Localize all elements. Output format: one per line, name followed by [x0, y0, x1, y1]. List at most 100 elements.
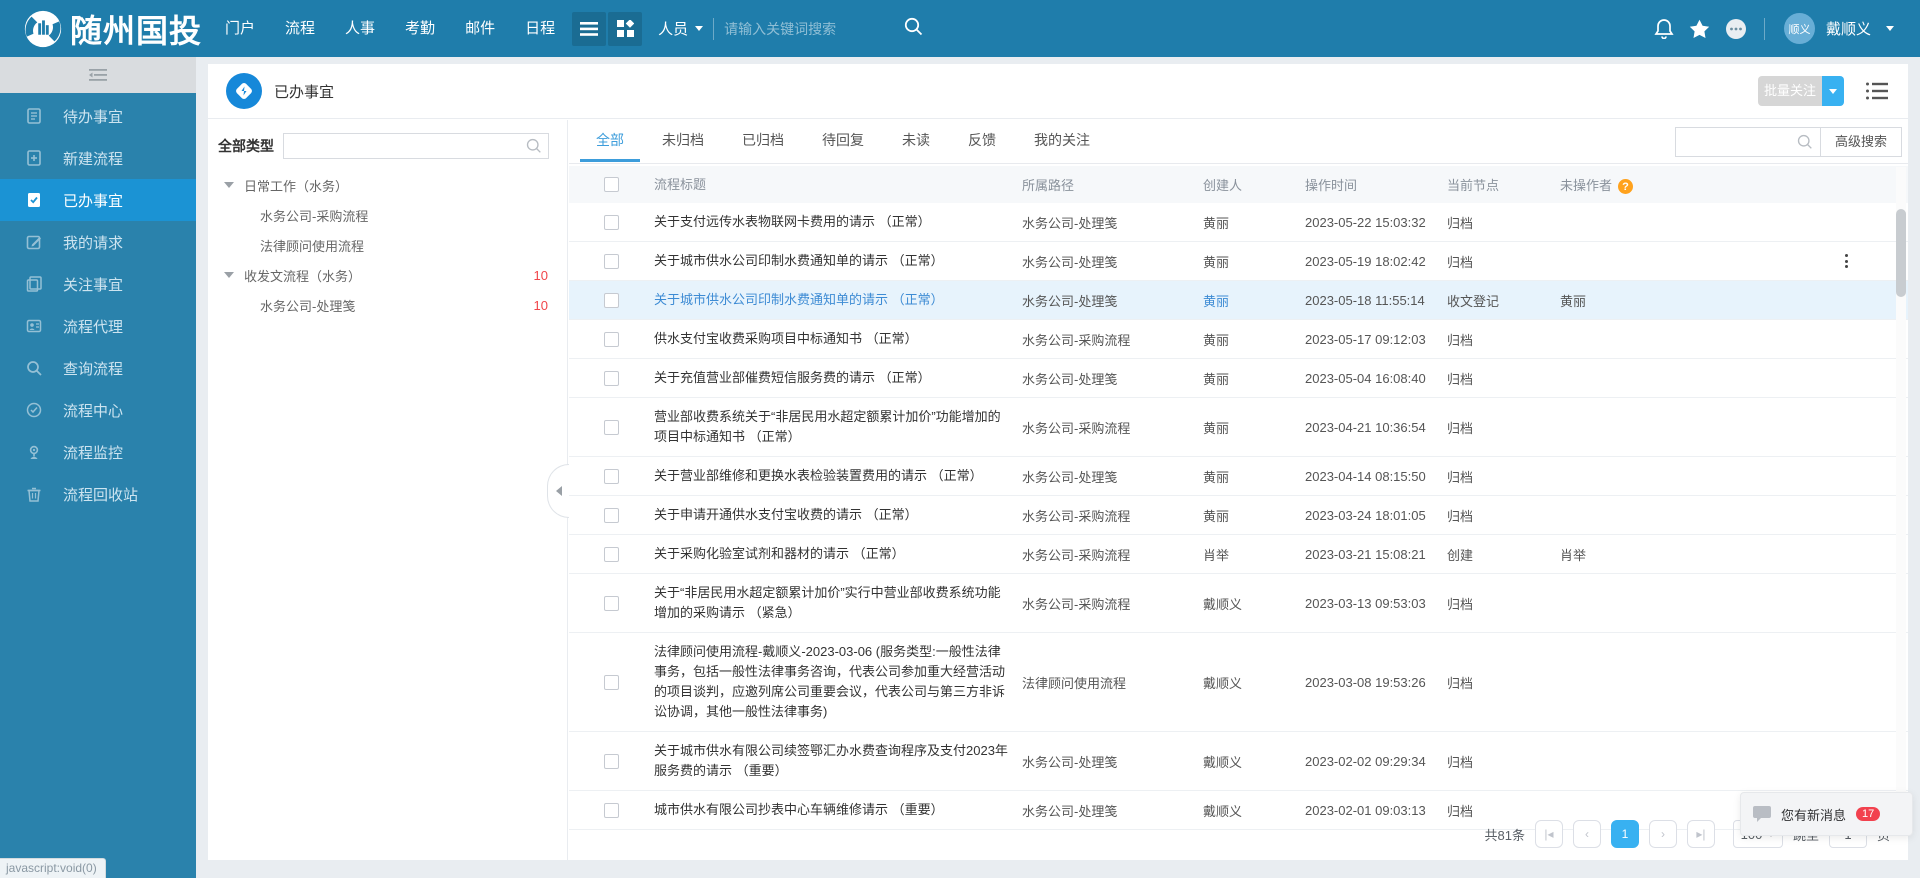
tab-1[interactable]: 未归档 — [650, 120, 716, 163]
row-creator[interactable]: 黄丽 — [1203, 418, 1305, 437]
row-title[interactable]: 关于“非居民用水超定额累计加价”实行中营业部收费系统功能增加的采购请示 （紧急） — [654, 574, 1022, 632]
notification-bell-icon[interactable] — [1654, 18, 1674, 39]
user-avatar[interactable]: 顺义 — [1784, 13, 1815, 44]
user-menu-chevron-icon[interactable] — [1886, 26, 1894, 31]
row-checkbox[interactable] — [604, 371, 619, 386]
row-checkbox[interactable] — [604, 215, 619, 230]
row-title[interactable]: 法律顾问使用流程-戴顺义-2023-03-06 (服务类型:一般性法律事务，包括… — [654, 633, 1022, 731]
prev-page-button[interactable]: ‹ — [1573, 820, 1601, 848]
scrollbar-thumb[interactable] — [1896, 209, 1906, 297]
sidebar-item-2[interactable]: 已办事宜 — [0, 179, 196, 221]
nav-item-4[interactable]: 邮件 — [450, 0, 510, 57]
next-page-button[interactable]: › — [1649, 820, 1677, 848]
row-checkbox[interactable] — [604, 547, 619, 562]
row-title[interactable]: 关于采购化验室试剂和器材的请示 （正常） — [654, 535, 1022, 573]
sidebar-item-0[interactable]: 待办事宜 — [0, 95, 196, 137]
menu-toggle-button[interactable] — [572, 12, 606, 46]
row-title[interactable]: 关于城市供水公司印制水费通知单的请示 （正常） — [654, 242, 1022, 280]
nav-item-2[interactable]: 人事 — [330, 0, 390, 57]
sidebar-item-5[interactable]: 流程代理 — [0, 305, 196, 347]
row-title[interactable]: 关于充值营业部催费短信服务费的请示 （正常） — [654, 359, 1022, 397]
tree-node-1[interactable]: 水务公司-采购流程 — [208, 200, 567, 230]
apps-grid-button[interactable] — [608, 12, 642, 46]
list-view-icon[interactable] — [1866, 82, 1888, 100]
tab-4[interactable]: 未读 — [890, 120, 942, 163]
global-search-button[interactable] — [904, 17, 923, 41]
row-checkbox[interactable] — [604, 254, 619, 269]
row-creator[interactable]: 戴顺义 — [1203, 801, 1305, 820]
row-checkbox[interactable] — [604, 293, 619, 308]
row-creator[interactable]: 黄丽 — [1203, 369, 1305, 388]
row-creator[interactable]: 黄丽 — [1203, 213, 1305, 232]
batch-follow-dropdown[interactable] — [1822, 76, 1844, 106]
tab-0[interactable]: 全部 — [584, 120, 636, 163]
tree-node-3[interactable]: 收发文流程（水务） 10 — [208, 260, 567, 290]
type-search-input[interactable] — [283, 133, 549, 159]
row-checkbox[interactable] — [604, 332, 619, 347]
row-creator[interactable]: 黄丽 — [1203, 467, 1305, 486]
sidebar-item-3[interactable]: 我的请求 — [0, 221, 196, 263]
row-title[interactable]: 关于城市供水公司印制水费通知单的请示 （正常） — [654, 281, 1022, 319]
table-row[interactable]: 关于“非居民用水超定额累计加价”实行中营业部收费系统功能增加的采购请示 （紧急）… — [569, 574, 1908, 633]
row-actions-menu[interactable] — [1845, 254, 1848, 268]
row-title[interactable]: 关于申请开通供水支付宝收费的请示 （正常） — [654, 496, 1022, 534]
table-row[interactable]: 关于营业部维修和更换水表检验装置费用的请示 （正常） 水务公司-处理笺 黄丽 2… — [569, 457, 1908, 496]
tab-2[interactable]: 已归档 — [730, 120, 796, 163]
nav-item-3[interactable]: 考勤 — [390, 0, 450, 57]
tree-node-0[interactable]: 日常工作（水务） — [208, 170, 567, 200]
tab-6[interactable]: 我的关注 — [1022, 120, 1102, 163]
row-checkbox[interactable] — [604, 420, 619, 435]
sidebar-item-9[interactable]: 流程回收站 — [0, 473, 196, 515]
tab-5[interactable]: 反馈 — [956, 120, 1008, 163]
row-creator[interactable]: 黄丽 — [1203, 506, 1305, 525]
tree-expand-caret[interactable] — [224, 272, 234, 278]
current-page-button[interactable]: 1 — [1611, 820, 1639, 848]
row-title[interactable]: 关于城市供水有限公司续签鄂汇办水费查询程序及支付2023年服务费的请示 （重要） — [654, 732, 1022, 790]
row-title[interactable]: 供水支付宝收费采购项目中标通知书 （正常） — [654, 320, 1022, 358]
row-title[interactable]: 关于营业部维修和更换水表检验装置费用的请示 （正常） — [654, 457, 1022, 495]
table-row[interactable]: 关于申请开通供水支付宝收费的请示 （正常） 水务公司-采购流程 黄丽 2023-… — [569, 496, 1908, 535]
favorite-star-icon[interactable] — [1689, 19, 1710, 39]
tab-3[interactable]: 待回复 — [810, 120, 876, 163]
row-title[interactable]: 关于支付远传水表物联网卡费用的请示 （正常） — [654, 203, 1022, 241]
sidebar-collapse-button[interactable] — [0, 57, 196, 93]
list-search-input[interactable] — [1675, 127, 1821, 157]
sidebar-item-4[interactable]: 关注事宜 — [0, 263, 196, 305]
help-question-icon[interactable]: ? — [1618, 179, 1633, 194]
row-title[interactable]: 城市供水有限公司抄表中心车辆维修请示 （重要） — [654, 791, 1022, 829]
table-row[interactable]: 关于城市供水有限公司续签鄂汇办水费查询程序及支付2023年服务费的请示 （重要）… — [569, 732, 1908, 791]
row-creator[interactable]: 黄丽 — [1203, 330, 1305, 349]
row-checkbox[interactable] — [604, 754, 619, 769]
row-creator[interactable]: 戴顺义 — [1203, 752, 1305, 771]
row-checkbox[interactable] — [604, 675, 619, 690]
more-options-icon[interactable] — [1725, 18, 1747, 40]
table-row[interactable]: 法律顾问使用流程-戴顺义-2023-03-06 (服务类型:一般性法律事务，包括… — [569, 633, 1908, 732]
row-checkbox[interactable] — [604, 803, 619, 818]
row-creator[interactable]: 戴顺义 — [1203, 594, 1305, 613]
sidebar-item-8[interactable]: 流程监控 — [0, 431, 196, 473]
table-row[interactable]: 关于城市供水公司印制水费通知单的请示 （正常） 水务公司-处理笺 黄丽 2023… — [569, 242, 1908, 281]
row-title[interactable]: 营业部收费系统关于“非居民用水超定额累计加价”功能增加的项目中标通知书 （正常） — [654, 398, 1022, 456]
user-name[interactable]: 戴顺义 — [1826, 18, 1871, 39]
table-row[interactable]: 供水支付宝收费采购项目中标通知书 （正常） 水务公司-采购流程 黄丽 2023-… — [569, 320, 1908, 359]
batch-follow-button[interactable]: 批量关注 — [1758, 76, 1844, 106]
people-menu[interactable]: 人员 — [658, 18, 703, 39]
table-row[interactable]: 关于支付远传水表物联网卡费用的请示 （正常） 水务公司-处理笺 黄丽 2023-… — [569, 203, 1908, 242]
vertical-scrollbar[interactable] — [1896, 167, 1906, 818]
sidebar-item-7[interactable]: 流程中心 — [0, 389, 196, 431]
row-creator[interactable]: 黄丽 — [1203, 291, 1305, 310]
table-row[interactable]: 关于采购化验室试剂和器材的请示 （正常） 水务公司-采购流程 肖举 2023-0… — [569, 535, 1908, 574]
tree-node-2[interactable]: 法律顾问使用流程 — [208, 230, 567, 260]
tree-node-4[interactable]: 水务公司-处理笺 10 — [208, 290, 567, 320]
last-page-button[interactable]: ▸| — [1687, 820, 1715, 848]
row-checkbox[interactable] — [604, 508, 619, 523]
row-creator[interactable]: 肖举 — [1203, 545, 1305, 564]
first-page-button[interactable]: |◂ — [1535, 820, 1563, 848]
sidebar-item-6[interactable]: 查询流程 — [0, 347, 196, 389]
sidebar-item-1[interactable]: 新建流程 — [0, 137, 196, 179]
table-row[interactable]: 关于充值营业部催费短信服务费的请示 （正常） 水务公司-处理笺 黄丽 2023-… — [569, 359, 1908, 398]
table-row[interactable]: 营业部收费系统关于“非居民用水超定额累计加价”功能增加的项目中标通知书 （正常）… — [569, 398, 1908, 457]
select-all-checkbox[interactable] — [604, 177, 619, 192]
advanced-search-button[interactable]: 高级搜索 — [1821, 127, 1902, 157]
new-message-toast[interactable]: 您有新消息 17 — [1740, 792, 1913, 836]
